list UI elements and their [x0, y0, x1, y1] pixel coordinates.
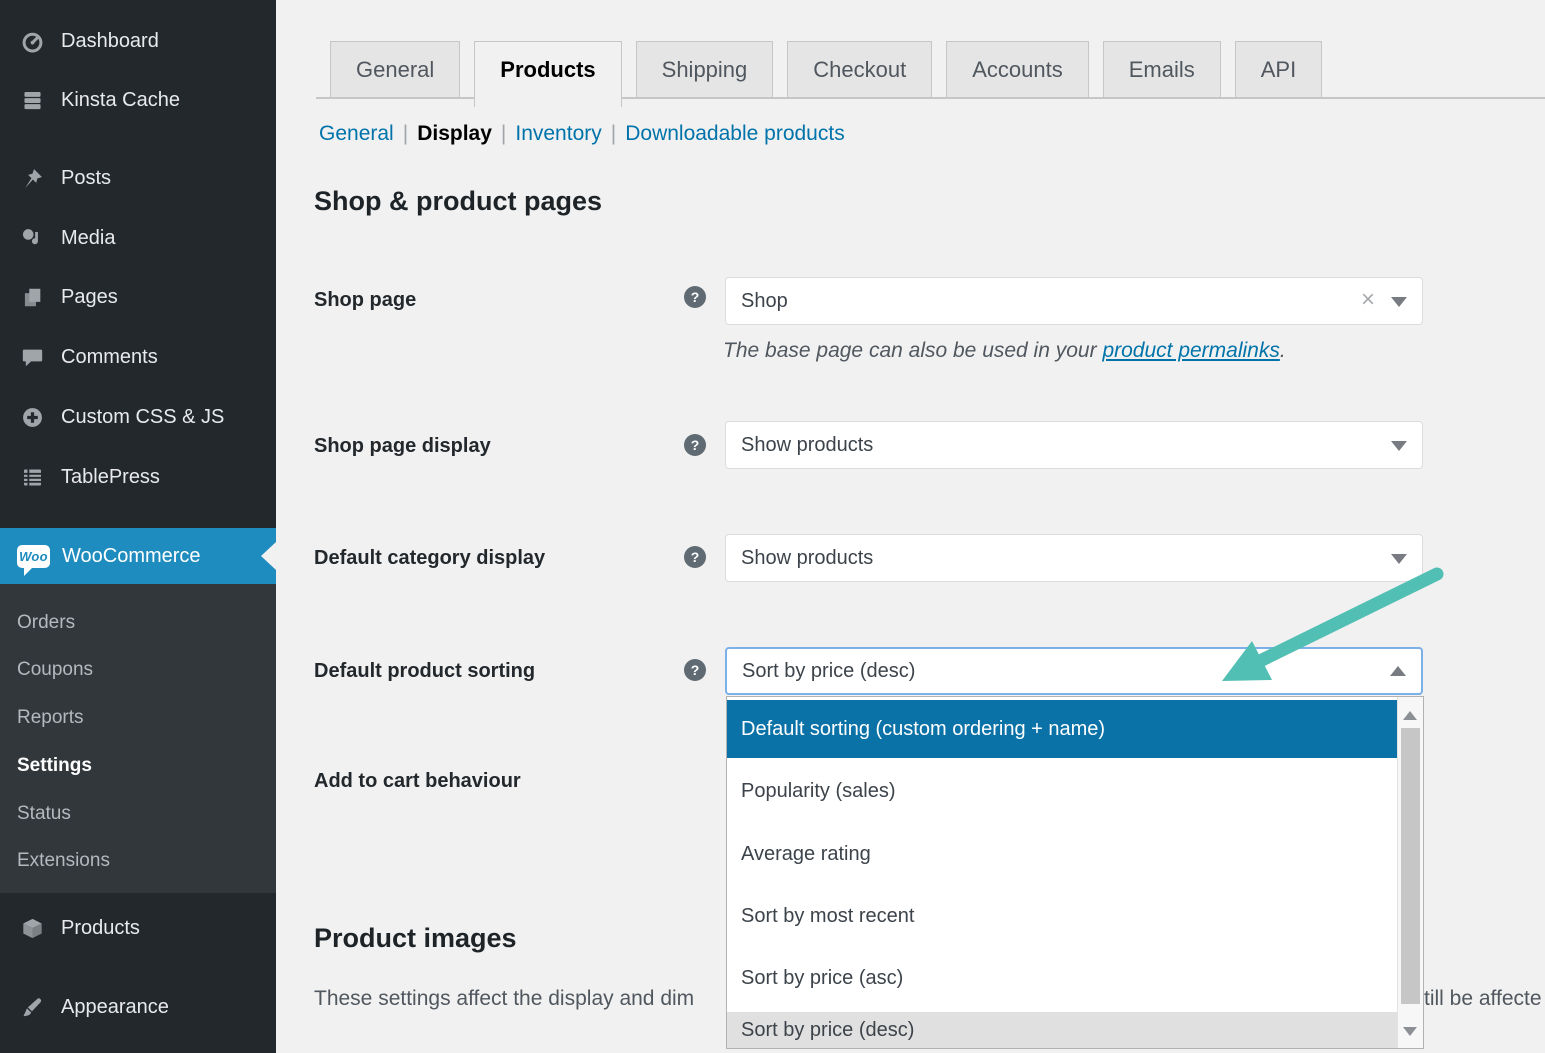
sidebar-item-label: Pages [61, 286, 118, 309]
tab-shipping[interactable]: Shipping [636, 41, 774, 98]
chevron-down-icon [1391, 297, 1407, 307]
sidebar-item-label: Appearance [61, 996, 169, 1019]
chevron-up-icon [1390, 666, 1406, 676]
shop-page-display-select[interactable]: Show products [725, 421, 1423, 469]
sidebar-item-kinsta-cache[interactable]: Kinsta Cache [0, 73, 276, 127]
default-category-display-label: Default category display [314, 546, 664, 570]
woocommerce-logo-icon: Woo [17, 545, 50, 568]
add-to-cart-behaviour-label: Add to cart behaviour [314, 769, 664, 793]
sidebar-item-posts[interactable]: Posts [0, 151, 276, 205]
tab-checkout[interactable]: Checkout [787, 41, 932, 98]
sidebar-item-label: WooCommerce [62, 545, 201, 568]
pushpin-icon [17, 165, 47, 191]
submenu-item-status[interactable]: Status [0, 796, 276, 832]
shop-page-note: The base page can also be used in your p… [723, 339, 1286, 363]
shop-page-label: Shop page [314, 288, 664, 312]
scroll-down-icon[interactable] [1403, 1027, 1417, 1036]
paintbrush-icon [17, 994, 47, 1020]
help-tip-icon[interactable]: ? [684, 546, 706, 568]
sidebar-item-tablepress[interactable]: TablePress [0, 450, 276, 504]
server-stack-icon [17, 87, 47, 113]
shop-page-select-value: Shop [741, 290, 788, 313]
product-box-icon [17, 915, 47, 941]
sidebar-item-label: Media [61, 227, 115, 250]
sorting-options-dropdown: Default sorting (custom ordering + name)… [726, 696, 1424, 1049]
help-tip-icon[interactable]: ? [684, 434, 706, 456]
dropdown-option-price-asc[interactable]: Sort by price (asc) [727, 950, 1397, 1006]
comment-bubble-icon [17, 344, 47, 370]
tab-accounts[interactable]: Accounts [946, 41, 1089, 98]
subnav-separator: | [602, 122, 625, 146]
default-product-sorting-select-value: Sort by price (desc) [742, 660, 915, 683]
submenu-item-coupons[interactable]: Coupons [0, 652, 276, 688]
subnav-separator: | [492, 122, 515, 146]
shop-page-display-label: Shop page display [314, 434, 664, 458]
submenu-item-reports[interactable]: Reports [0, 700, 276, 736]
help-tip-icon[interactable]: ? [684, 659, 706, 681]
submenu-item-settings[interactable]: Settings [0, 748, 276, 784]
dropdown-option-most-recent[interactable]: Sort by most recent [727, 888, 1397, 944]
pages-stack-icon [17, 284, 47, 310]
help-tip-icon[interactable]: ? [684, 286, 706, 308]
sidebar-item-label: Kinsta Cache [61, 89, 180, 112]
dashboard-gauge-icon [17, 28, 47, 54]
dropdown-option-popularity[interactable]: Popularity (sales) [727, 763, 1397, 819]
sidebar-item-products[interactable]: Products [0, 901, 276, 955]
tab-api[interactable]: API [1235, 41, 1322, 98]
sidebar-item-media[interactable]: Media [0, 211, 276, 265]
media-music-icon [17, 225, 47, 251]
default-category-display-select-value: Show products [741, 547, 873, 570]
dropdown-option-average-rating[interactable]: Average rating [727, 826, 1397, 882]
product-images-title: Product images [314, 923, 517, 954]
sidebar-item-appearance[interactable]: Appearance [0, 980, 276, 1034]
clear-selection-icon[interactable]: × [1361, 288, 1375, 312]
subnav-separator: | [394, 122, 417, 146]
subnav-link-general[interactable]: General [319, 122, 394, 146]
sidebar-item-dashboard[interactable]: Dashboard [0, 14, 276, 68]
products-subsections-nav: General | Display | Inventory | Download… [319, 122, 845, 146]
active-menu-arrow [261, 542, 276, 570]
settings-tab-bar: General Products Shipping Checkout Accou… [330, 41, 1322, 107]
sidebar-item-label: Comments [61, 346, 158, 369]
tab-general[interactable]: General [330, 41, 460, 98]
tab-products[interactable]: Products [474, 41, 621, 107]
shop-page-display-select-value: Show products [741, 434, 873, 457]
dropdown-option-default-sorting[interactable]: Default sorting (custom ordering + name) [727, 700, 1397, 758]
shop-page-select[interactable]: Shop × [725, 277, 1423, 325]
default-product-sorting-select[interactable]: Sort by price (desc) [725, 647, 1423, 695]
subnav-link-inventory[interactable]: Inventory [515, 122, 601, 146]
woocommerce-submenu: Orders Coupons Reports Settings Status E… [0, 584, 276, 893]
sidebar-item-pages[interactable]: Pages [0, 270, 276, 324]
default-product-sorting-label: Default product sorting [314, 659, 664, 683]
subnav-current-display: Display [417, 122, 492, 146]
scrollbar-thumb[interactable] [1401, 728, 1420, 1004]
sidebar-item-woocommerce[interactable]: Woo WooCommerce [0, 528, 276, 584]
product-images-description-right: till be affecte [1424, 987, 1542, 1011]
admin-sidebar: Dashboard Kinsta Cache Posts Media Pages [0, 0, 276, 1053]
tab-emails[interactable]: Emails [1103, 41, 1221, 98]
plus-circle-icon [17, 404, 47, 430]
product-images-description-left: These settings affect the display and di… [314, 987, 694, 1011]
sidebar-item-label: Custom CSS & JS [61, 406, 224, 429]
scroll-up-icon[interactable] [1403, 711, 1417, 720]
chevron-down-icon [1391, 554, 1407, 564]
sidebar-item-custom-css-js[interactable]: Custom CSS & JS [0, 390, 276, 444]
sidebar-item-label: TablePress [61, 466, 160, 489]
dropdown-scrollbar[interactable] [1397, 697, 1423, 1048]
submenu-item-orders[interactable]: Orders [0, 605, 276, 641]
dropdown-option-price-desc[interactable]: Sort by price (desc) [727, 1012, 1397, 1049]
sidebar-item-comments[interactable]: Comments [0, 330, 276, 384]
sidebar-item-label: Dashboard [61, 30, 159, 53]
woocommerce-settings-screen: Dashboard Kinsta Cache Posts Media Pages [0, 0, 1545, 1053]
table-rows-icon [17, 464, 47, 490]
chevron-down-icon [1391, 441, 1407, 451]
product-permalinks-link[interactable]: product permalinks [1102, 339, 1279, 362]
sidebar-item-label: Products [61, 917, 140, 940]
sidebar-item-label: Posts [61, 167, 111, 190]
subnav-link-downloadable-products[interactable]: Downloadable products [625, 122, 844, 146]
section-title: Shop & product pages [314, 186, 602, 217]
default-category-display-select[interactable]: Show products [725, 534, 1423, 582]
submenu-item-extensions[interactable]: Extensions [0, 843, 276, 879]
